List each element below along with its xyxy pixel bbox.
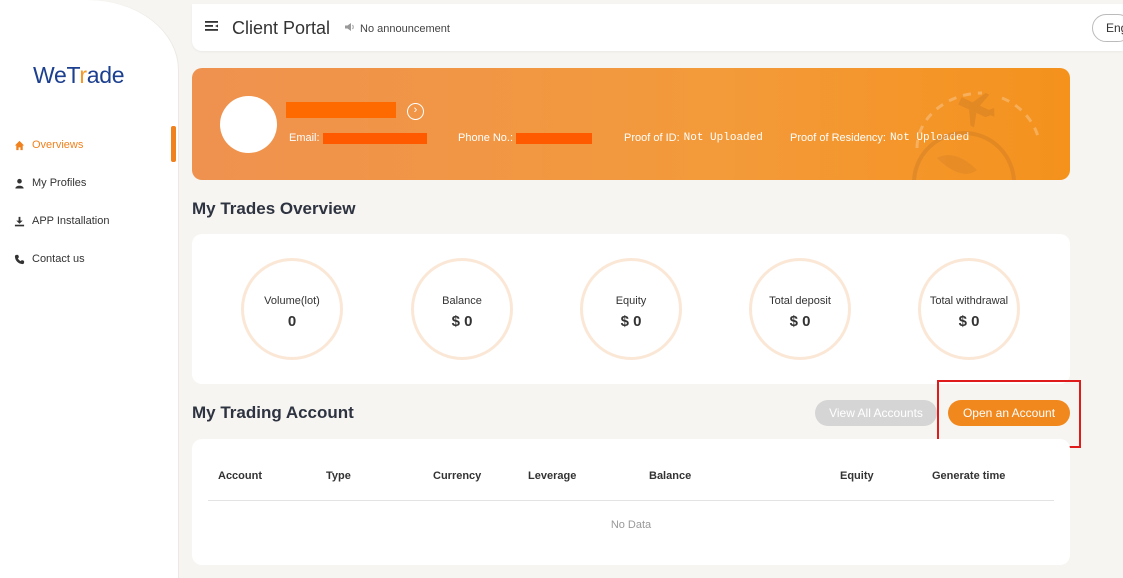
- user-icon: [13, 177, 25, 189]
- column-header-equity[interactable]: Equity: [840, 470, 874, 482]
- speaker-icon: [344, 22, 356, 35]
- stat-value: $ 0: [958, 313, 980, 330]
- phone-icon: [13, 253, 25, 265]
- sidebar: WeTrade Overviews My Profiles APP Instal…: [0, 0, 178, 578]
- highlight-box: [937, 380, 1081, 448]
- language-selector[interactable]: Eng: [1092, 14, 1123, 42]
- phone-info: Phone No.:: [458, 132, 593, 144]
- column-header-leverage[interactable]: Leverage: [528, 470, 576, 482]
- stat-label: Volume(lot): [264, 295, 320, 307]
- stat-label: Balance: [442, 295, 482, 307]
- empty-state: No Data: [610, 519, 652, 531]
- stat-total-withdrawal: Total withdrawal $ 0: [918, 258, 1020, 360]
- sidebar-item-my-profiles[interactable]: My Profiles: [0, 164, 178, 202]
- proof-of-id-label: Proof of ID:: [624, 132, 680, 144]
- avatar[interactable]: [220, 96, 277, 153]
- menu-toggle-icon[interactable]: [205, 20, 219, 38]
- stat-volume: Volume(lot) 0: [241, 258, 343, 360]
- column-header-balance[interactable]: Balance: [649, 470, 691, 482]
- globe-plane-icon: [912, 91, 1041, 180]
- stat-total-deposit: Total deposit $ 0: [749, 258, 851, 360]
- page-title: Client Portal: [232, 18, 331, 38]
- stat-label: Total deposit: [769, 295, 831, 307]
- sidebar-item-overviews[interactable]: Overviews: [0, 126, 178, 164]
- sidebar-nav: Overviews My Profiles APP Installation C…: [0, 126, 178, 278]
- sidebar-item-label: APP Installation: [32, 215, 110, 227]
- sidebar-item-label: My Profiles: [32, 177, 87, 189]
- redacted-phone: [516, 132, 593, 144]
- profile-banner: › Email: Phone No.: Proof of ID: Not Upl…: [192, 68, 1070, 180]
- wetrade-logo[interactable]: WeTrade: [33, 62, 125, 89]
- top-header: Client Portal No announcement Eng: [192, 4, 1123, 51]
- stat-label: Equity: [615, 295, 647, 307]
- column-header-account[interactable]: Account: [218, 470, 262, 482]
- column-header-generate-time[interactable]: Generate time: [932, 470, 1005, 482]
- announcement-text: No announcement: [360, 22, 450, 35]
- sidebar-item-label: Overviews: [32, 139, 84, 151]
- download-icon: [13, 215, 25, 227]
- proof-of-residency-label: Proof of Residency:: [790, 132, 886, 144]
- proof-of-id-status: Not Uploaded: [683, 132, 763, 144]
- sidebar-item-contact-us[interactable]: Contact us: [0, 240, 178, 278]
- trading-account-title: My Trading Account: [192, 403, 354, 422]
- stat-value: $ 0: [620, 313, 642, 330]
- column-header-type[interactable]: Type: [326, 470, 351, 482]
- stat-balance: Balance $ 0: [411, 258, 513, 360]
- trading-accounts-table: Account Type Currency Leverage Balance E…: [192, 439, 1070, 565]
- trades-overview-title: My Trades Overview: [192, 199, 356, 218]
- email-label: Email:: [289, 132, 320, 144]
- trades-overview-card: Volume(lot) 0 Balance $ 0 Equity $ 0 Tot…: [192, 234, 1070, 384]
- sidebar-item-app-installation[interactable]: APP Installation: [0, 202, 178, 240]
- email-info: Email:: [289, 132, 427, 144]
- sidebar-item-label: Contact us: [32, 253, 85, 265]
- redacted-email: [322, 132, 427, 144]
- proof-of-id-info: Proof of ID: Not Uploaded: [624, 132, 763, 144]
- arrow-right-circle-icon[interactable]: ›: [407, 103, 424, 120]
- announcement: No announcement: [344, 22, 450, 35]
- stat-equity: Equity $ 0: [580, 258, 682, 360]
- stat-value: $ 0: [789, 313, 811, 330]
- redacted-name: [286, 102, 396, 118]
- column-header-currency[interactable]: Currency: [433, 470, 481, 482]
- view-all-accounts-button[interactable]: View All Accounts: [815, 400, 937, 426]
- stat-value: $ 0: [451, 313, 473, 330]
- stat-value: 0: [287, 313, 297, 330]
- table-divider: [208, 500, 1054, 501]
- stat-label: Total withdrawal: [929, 295, 1009, 307]
- home-icon: [13, 139, 25, 151]
- phone-label: Phone No.:: [458, 132, 514, 144]
